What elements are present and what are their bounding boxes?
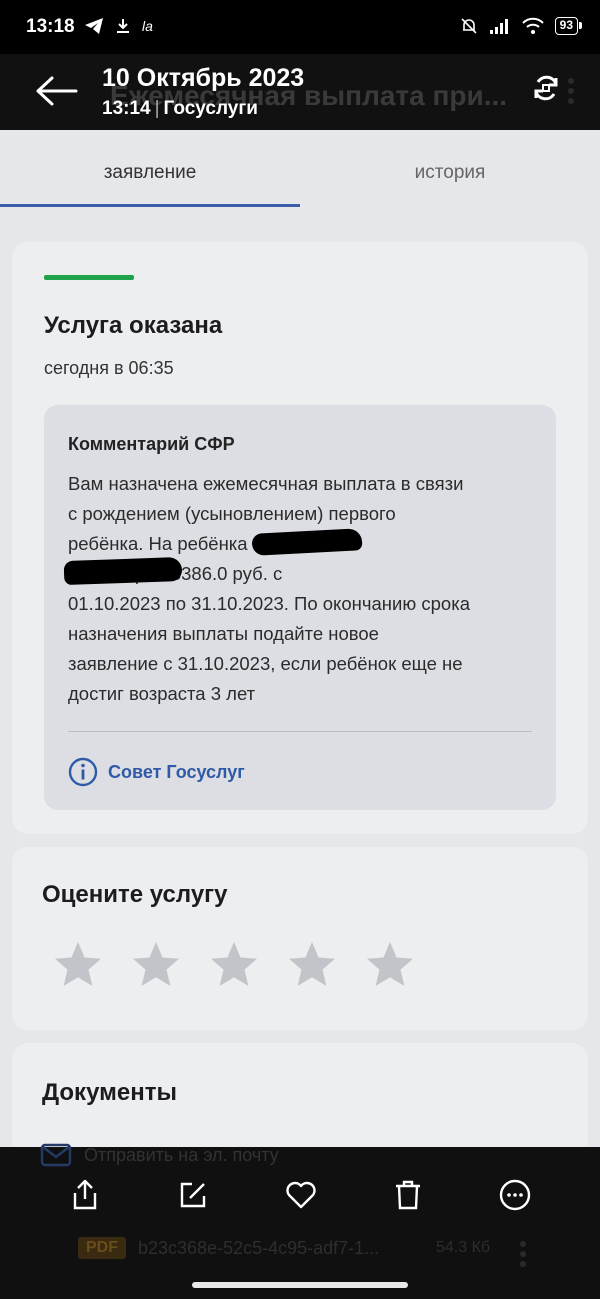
home-indicator[interactable] bbox=[192, 1282, 408, 1288]
rating-card: Оцените услугу bbox=[12, 847, 588, 1030]
edit-button[interactable] bbox=[175, 1177, 211, 1213]
rating-title: Оцените услугу bbox=[42, 881, 228, 908]
favorite-button[interactable] bbox=[283, 1177, 319, 1213]
star-rating bbox=[52, 939, 416, 991]
file-name: b23c368e-52c5-4c95-adf7-1... bbox=[138, 1237, 380, 1258]
status-left-icons: la bbox=[84, 17, 153, 35]
advice-label: Совет Госуслуг bbox=[108, 761, 245, 782]
divider bbox=[68, 731, 532, 732]
advice-link[interactable]: Совет Госуслуг bbox=[68, 757, 245, 787]
bottom-action-bar: Отправить на эл. почту PDF b23c368e-52c5… bbox=[0, 1143, 600, 1299]
notification-date: 10 Октябрь 2023 bbox=[102, 64, 305, 92]
tab-bar: заявление история bbox=[0, 130, 600, 208]
tab-active-indicator bbox=[0, 204, 300, 207]
tab-application[interactable]: заявление bbox=[0, 162, 300, 184]
star-icon[interactable] bbox=[286, 939, 338, 991]
download-icon bbox=[117, 19, 129, 33]
back-arrow-icon[interactable] bbox=[34, 74, 78, 108]
share-button[interactable] bbox=[67, 1177, 103, 1213]
star-icon[interactable] bbox=[364, 939, 416, 991]
star-icon[interactable] bbox=[208, 939, 260, 991]
document-file-row[interactable]: PDF b23c368e-52c5-4c95-adf7-1... bbox=[78, 1237, 379, 1259]
more-horiz-icon bbox=[499, 1179, 531, 1211]
notification-subtitle: 13:14 | Госуслуги bbox=[102, 98, 258, 119]
status-time-text: сегодня в 06:35 bbox=[44, 358, 174, 378]
documents-card: Документы bbox=[12, 1043, 588, 1153]
more-button[interactable] bbox=[497, 1177, 533, 1213]
documents-title: Документы bbox=[42, 1079, 177, 1106]
star-icon[interactable] bbox=[130, 939, 182, 991]
file-size: 54.3 Кб bbox=[436, 1239, 491, 1256]
info-icon bbox=[68, 757, 98, 787]
battery-indicator: 93 bbox=[554, 17, 583, 35]
telegram-icon bbox=[85, 18, 103, 34]
mail-icon bbox=[40, 1143, 72, 1167]
app-header: Ежемесячная выплата при... 10 Октябрь 20… bbox=[0, 54, 600, 130]
send-email-link[interactable]: Отправить на эл. почту bbox=[40, 1143, 279, 1167]
status-card: Услуга оказана сегодня в 06:35 Комментар… bbox=[12, 242, 588, 834]
bell-muted-icon bbox=[461, 18, 477, 34]
trash-icon bbox=[396, 1180, 420, 1210]
more-vert-icon[interactable] bbox=[568, 78, 574, 104]
status-time: 13:18 bbox=[26, 16, 75, 37]
star-icon[interactable] bbox=[52, 939, 104, 991]
status-indicator-bar bbox=[44, 275, 134, 280]
refresh-icon[interactable] bbox=[530, 72, 562, 104]
pdf-badge: PDF bbox=[78, 1237, 126, 1259]
file-menu-icon[interactable] bbox=[520, 1241, 526, 1267]
send-email-label: Отправить на эл. почту bbox=[84, 1144, 279, 1165]
action-icons bbox=[0, 1177, 600, 1213]
heart-icon bbox=[286, 1181, 316, 1209]
delete-button[interactable] bbox=[390, 1177, 426, 1213]
comment-title: Комментарий СФР bbox=[68, 434, 235, 454]
wifi-icon bbox=[521, 17, 544, 34]
notification-app: Госуслуги bbox=[163, 98, 258, 119]
edit-icon bbox=[180, 1182, 206, 1208]
comment-box: Комментарий СФР Вам назначена ежемесячна… bbox=[44, 405, 556, 810]
app-notification-icon: la bbox=[142, 18, 153, 34]
comment-text: Вам назначена ежемесячная выплата в связ… bbox=[68, 473, 470, 704]
status-bar: 13:18 la 93 bbox=[0, 0, 600, 54]
status-title: Услуга оказана bbox=[44, 312, 223, 339]
signal-icon bbox=[489, 19, 508, 34]
tab-history[interactable]: история bbox=[300, 162, 600, 184]
notification-time: 13:14 bbox=[102, 98, 151, 119]
redaction-mark bbox=[63, 556, 183, 586]
share-icon bbox=[73, 1179, 97, 1210]
status-right-icons: 93 bbox=[459, 16, 583, 36]
